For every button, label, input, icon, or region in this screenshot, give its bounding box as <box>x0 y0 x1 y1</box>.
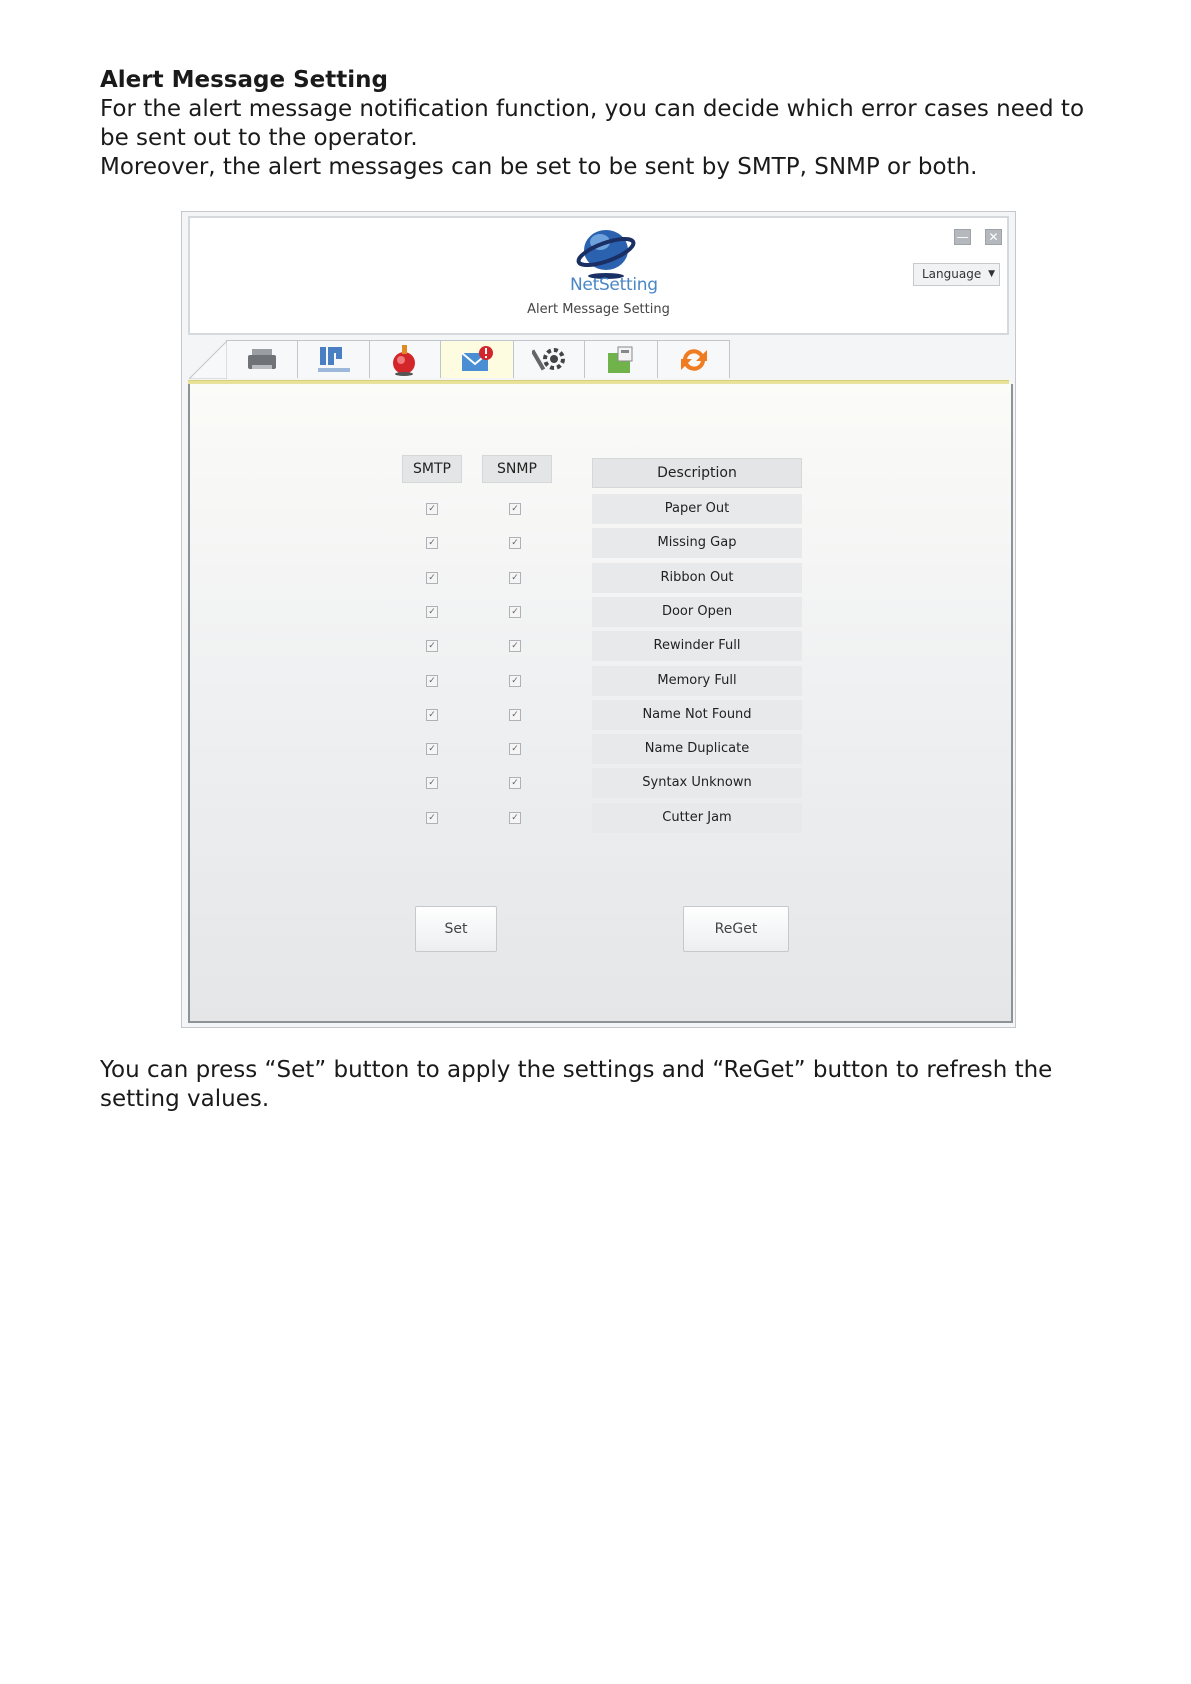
snmp-checkbox[interactable]: ✓ <box>509 640 521 653</box>
netsetting-logo-icon <box>576 230 636 279</box>
snmp-checkbox[interactable]: ✓ <box>509 743 521 756</box>
snmp-column-header: SNMP <box>482 455 552 483</box>
section-heading: Alert Message Setting <box>100 67 388 93</box>
tab-update[interactable] <box>657 340 730 378</box>
tab-slant <box>189 341 227 379</box>
snmp-checkbox[interactable]: ✓ <box>509 708 521 721</box>
smtp-checkbox[interactable]: ✓ <box>426 571 438 584</box>
tab-printer[interactable] <box>189 340 298 379</box>
tab-network[interactable] <box>297 340 370 378</box>
alert-description: Paper Out <box>592 494 802 524</box>
close-icon[interactable]: ✕ <box>985 229 1002 245</box>
smtp-checkbox[interactable]: ✓ <box>426 811 438 824</box>
snmp-checkbox[interactable]: ✓ <box>509 537 521 550</box>
alert-description: Name Not Found <box>592 699 802 730</box>
reget-button[interactable]: ReGet <box>683 906 789 952</box>
alert-description: Name Duplicate <box>592 734 802 765</box>
minimize-icon[interactable]: — <box>954 229 971 245</box>
intro-paragraph: For the alert message notification funct… <box>100 96 1085 151</box>
language-label: Language <box>922 267 982 281</box>
intro-section: Alert Message Setting For the alert mess… <box>100 66 1100 182</box>
snmp-checkbox[interactable]: ✓ <box>509 811 521 824</box>
outro-paragraph: You can press “Set” button to apply the … <box>100 1057 1053 1112</box>
set-button[interactable]: Set <box>415 906 497 952</box>
alert-description: Door Open <box>592 596 802 627</box>
alert-description: Ribbon Out <box>592 562 802 593</box>
alert-description: Missing Gap <box>592 528 802 559</box>
alert-description: Memory Full <box>592 665 802 696</box>
smtp-checkbox[interactable]: ✓ <box>426 537 438 550</box>
service-icon <box>532 347 565 371</box>
tab-service[interactable] <box>513 340 585 378</box>
alert-description: Rewinder Full <box>592 631 802 662</box>
smtp-checkbox[interactable]: ✓ <box>426 743 438 756</box>
smtp-checkbox[interactable]: ✓ <box>426 640 438 653</box>
snmp-checkbox[interactable]: ✓ <box>509 503 521 515</box>
alert-settings-panel: SMTP SNMP Description ✓ ✓ Paper Out ✓ ✓ Missi… <box>188 384 1013 1023</box>
smtp-checkbox[interactable]: ✓ <box>426 708 438 721</box>
smtp-checkbox[interactable]: ✓ <box>426 777 438 790</box>
alert-message-icon <box>461 345 493 371</box>
update-icon <box>680 348 707 371</box>
snmp-checkbox[interactable]: ✓ <box>509 571 521 584</box>
tools-icon <box>393 344 415 376</box>
key-icon <box>608 346 633 373</box>
chevron-down-icon: ▼ <box>988 269 995 279</box>
snmp-checkbox[interactable]: ✓ <box>509 605 521 618</box>
netsetting-window: NetSetting Alert Message Setting — ✕ Lan… <box>181 211 1016 1028</box>
printer-icon <box>248 348 276 369</box>
outro-section: You can press “Set” button to apply the … <box>100 1056 1100 1114</box>
smtp-column-header: SMTP <box>402 455 462 483</box>
window-title: Alert Message Setting <box>527 302 670 317</box>
alert-description: Syntax Unknown <box>592 768 802 799</box>
tab-bar <box>188 336 1009 380</box>
brand-name: NetSetting <box>570 275 658 295</box>
smtp-checkbox[interactable]: ✓ <box>426 674 438 687</box>
smtp-checkbox[interactable]: ✓ <box>426 605 438 618</box>
smtp-checkbox[interactable]: ✓ <box>426 503 438 515</box>
network-icon <box>317 346 350 372</box>
intro-paragraph-2: Moreover, the alert messages can be set … <box>100 154 978 180</box>
language-select[interactable]: Language ▼ <box>913 263 1000 286</box>
description-column-header: Description <box>592 458 802 488</box>
alert-description: Cutter Jam <box>592 802 802 833</box>
snmp-checkbox[interactable]: ✓ <box>509 777 521 790</box>
tab-key[interactable] <box>584 340 658 378</box>
snmp-checkbox[interactable]: ✓ <box>509 674 521 687</box>
tab-tools[interactable] <box>369 340 441 378</box>
window-header: NetSetting Alert Message Setting — ✕ Lan… <box>188 216 1009 335</box>
tab-alert-message[interactable] <box>440 340 514 378</box>
